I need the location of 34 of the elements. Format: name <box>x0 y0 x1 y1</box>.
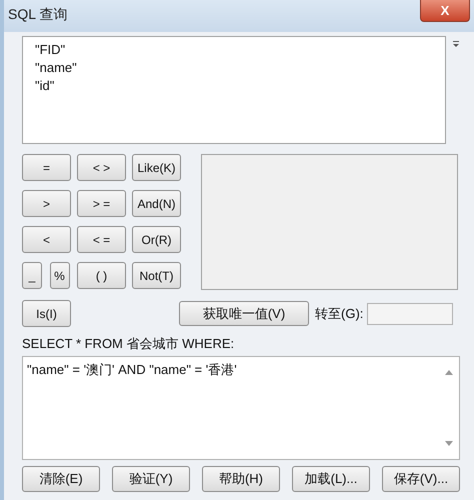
query-text: "name" = '澳门' AND "name" = '香港' <box>27 361 237 379</box>
dialog-button[interactable]: 保存(V)... <box>382 466 460 492</box>
operator-button[interactable]: Not(T) <box>132 262 181 289</box>
is-button[interactable]: Is(I) <box>22 300 71 327</box>
dialog-button[interactable]: 加载(L)... <box>292 466 370 492</box>
dialog-button[interactable]: 清除(E) <box>22 466 100 492</box>
operator-button[interactable]: > <box>22 190 71 217</box>
dropdown-icon[interactable] <box>452 40 460 48</box>
field-item[interactable]: "id" <box>35 77 433 95</box>
operator-button[interactable]: < <box>22 226 71 253</box>
window-title: SQL 查询 <box>7 5 68 24</box>
operator-button[interactable]: > = <box>77 190 126 217</box>
query-label: SELECT * FROM 省会城市 WHERE: <box>22 335 236 353</box>
dialog-button[interactable]: 验证(Y) <box>112 466 190 492</box>
dialog-button[interactable]: 帮助(H) <box>202 466 280 492</box>
operator-button[interactable]: % <box>50 262 70 289</box>
unique-values-list[interactable] <box>201 154 458 290</box>
field-item[interactable]: "FID" <box>35 41 433 59</box>
scroll-down-icon[interactable] <box>445 441 453 447</box>
operator-button[interactable]: _ <box>22 262 42 289</box>
query-text-area[interactable]: "name" = '澳门' AND "name" = '香港' <box>22 356 460 460</box>
operator-button[interactable]: And(N) <box>132 190 181 217</box>
operator-button[interactable]: < = <box>77 226 126 253</box>
get-unique-values-button[interactable]: 获取唯一值(V) <box>179 301 309 326</box>
operator-button[interactable]: = <box>22 154 71 181</box>
operator-button[interactable]: < > <box>77 154 126 181</box>
field-item[interactable]: "name" <box>35 59 433 77</box>
operator-button[interactable]: Like(K) <box>132 154 181 181</box>
goto-field[interactable] <box>367 302 454 324</box>
operator-button[interactable]: ( ) <box>77 262 126 289</box>
goto-label: 转至(G): <box>315 304 364 322</box>
field-list[interactable]: "FID" "name" "id" <box>22 36 446 144</box>
operator-button[interactable]: Or(R) <box>132 226 181 253</box>
scroll-up-icon[interactable] <box>445 369 453 375</box>
